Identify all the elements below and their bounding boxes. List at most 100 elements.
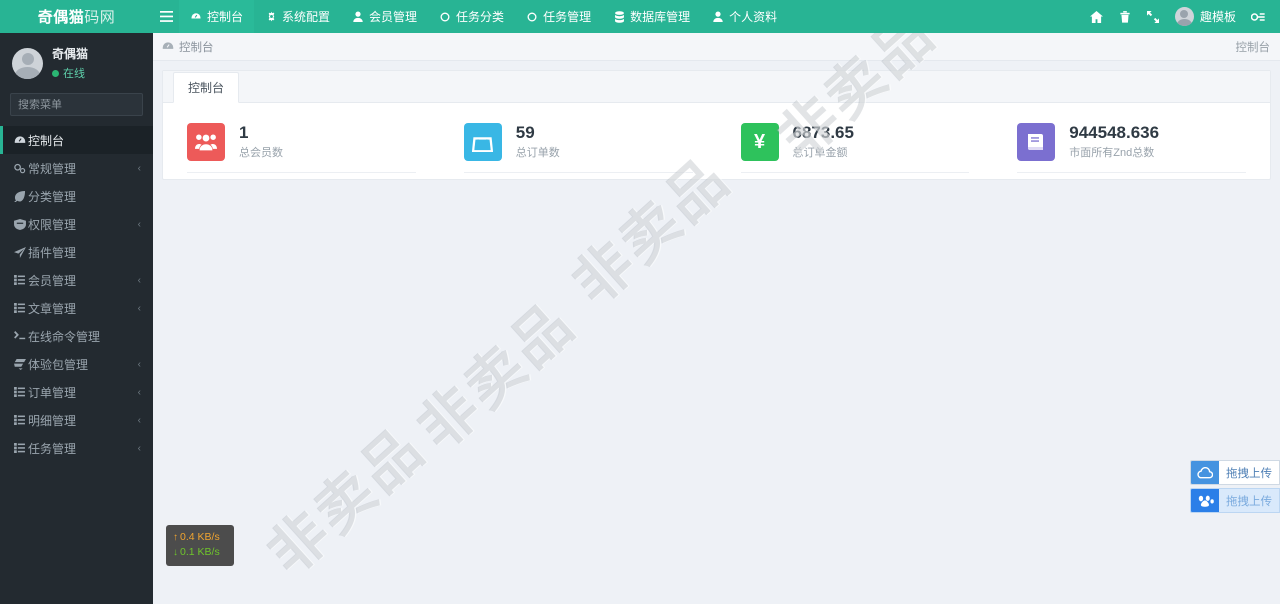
- sidebar-item-online-command-manage[interactable]: 在线命令管理: [0, 322, 153, 350]
- tab-label: 控制台: [188, 81, 225, 95]
- fullscreen-icon[interactable]: [1139, 0, 1167, 33]
- stat-card-value: 6873.65: [792, 122, 854, 142]
- shield-icon: [14, 218, 28, 230]
- sidebar-item-label: 体验包管理: [28, 357, 89, 372]
- breadcrumb-right-text: 控制台: [1235, 41, 1271, 54]
- yen-icon: ¥: [740, 123, 779, 161]
- stat-card-inner: 1 总会员数: [163, 123, 283, 161]
- sidebar-profile[interactable]: 奇偶猫 在线: [0, 33, 153, 91]
- topnav-label: 任务管理: [543, 10, 592, 24]
- list-icon: [14, 303, 28, 313]
- cogs-icon: [14, 163, 28, 174]
- sidebar-item-label: 常规管理: [28, 161, 77, 176]
- brand-logo[interactable]: 奇偶猫 码网: [0, 0, 153, 33]
- card-divider: [463, 172, 693, 173]
- ticket-icon: [14, 358, 28, 370]
- gear-cog-icon[interactable]: [1244, 0, 1272, 33]
- topnav-item-member-manage[interactable]: 会员管理: [341, 0, 428, 33]
- chevron-left-icon: ‹: [137, 386, 141, 398]
- sidebar-user-status: 在线: [52, 65, 88, 81]
- arrow-down-icon: ↓: [173, 547, 178, 559]
- sidebar-item-general-manage[interactable]: 常规管理 ‹: [0, 154, 153, 182]
- dashboard-icon: [14, 135, 28, 146]
- leaf-icon: [14, 190, 28, 202]
- chevron-left-icon: ‹: [137, 162, 141, 174]
- home-icon[interactable]: [1083, 0, 1111, 33]
- sidebar-item-permission-manage[interactable]: 权限管理 ‹: [0, 210, 153, 238]
- sidebar-item-plugin-manage[interactable]: 插件管理: [0, 238, 153, 266]
- stat-card-text: 59 总订单数: [516, 123, 560, 161]
- topnav-label: 任务分类: [456, 10, 505, 24]
- top-header: 奇偶猫 码网 控制台 系统配置 会员管理 任务分类 任务管理 数据库管理 个人资…: [0, 0, 1280, 33]
- gear-icon: [265, 11, 277, 23]
- users-icon: [187, 123, 225, 161]
- upload-button-cloud[interactable]: 拖拽上传: [1190, 460, 1280, 485]
- sidebar-item-label: 权限管理: [28, 217, 77, 232]
- list-icon: [14, 275, 28, 285]
- card-divider: [1017, 172, 1246, 173]
- sidebar-item-order-manage[interactable]: 订单管理 ‹: [0, 378, 153, 406]
- avatar: [12, 47, 43, 79]
- sidebar-item-label: 订单管理: [28, 385, 77, 400]
- topnav-label: 会员管理: [369, 10, 418, 24]
- stat-card-text: 1 总会员数: [239, 122, 283, 161]
- card-divider: [187, 172, 416, 173]
- stat-card-inner: 944548.636 市面所有Znd总数: [993, 123, 1159, 161]
- topnav-item-dashboard[interactable]: 控制台: [179, 0, 255, 33]
- upload-label: 拖拽上传: [1226, 495, 1272, 508]
- network-speed-widget[interactable]: ↑ 0.4 KB/s ↓ 0.1 KB/s: [166, 524, 234, 566]
- chevron-left-icon: ‹: [137, 218, 141, 230]
- network-upload-row: ↑ 0.4 KB/s: [173, 530, 227, 546]
- online-dot-icon: [52, 69, 59, 77]
- tab-dashboard[interactable]: 控制台: [173, 72, 240, 103]
- sidebar-item-label: 会员管理: [28, 273, 77, 288]
- sidebar-item-detail-manage[interactable]: 明细管理 ‹: [0, 406, 153, 434]
- sidebar-item-member-manage[interactable]: 会员管理 ‹: [0, 266, 153, 294]
- cloud-upload-icon: [1191, 461, 1219, 484]
- top-navigation: 控制台 系统配置 会员管理 任务分类 任务管理 数据库管理 个人资料: [153, 0, 1083, 33]
- stat-card-total-znd: 944548.636 市面所有Znd总数: [993, 103, 1270, 179]
- sidebar-item-trial-package-manage[interactable]: 体验包管理 ‹: [0, 350, 153, 378]
- trash-icon[interactable]: [1111, 0, 1139, 33]
- sidebar-item-task-manage[interactable]: 任务管理 ‹: [0, 434, 153, 462]
- database-icon: [613, 10, 625, 23]
- stat-card-value: 1: [239, 122, 249, 142]
- search-input[interactable]: [18, 98, 153, 111]
- sidebar-item-label: 控制台: [28, 133, 65, 148]
- sidebar-item-label: 插件管理: [28, 245, 77, 260]
- sidebar-item-category-manage[interactable]: 分类管理: [0, 182, 153, 210]
- sidebar: 奇偶猫 在线 控制台: [0, 33, 153, 604]
- topnav-label: 控制台: [207, 10, 244, 24]
- dashboard-icon: [162, 41, 174, 52]
- sidebar-search[interactable]: [10, 93, 153, 116]
- sidebar-toggle-button[interactable]: [153, 0, 179, 33]
- stat-card-total-amount: ¥ 6873.65 总订单金额: [717, 103, 994, 179]
- upload-widgets: 拖拽上传 拖拽上传: [1190, 460, 1280, 516]
- user-menu-label: 趣模板: [1199, 10, 1236, 24]
- user-menu[interactable]: 趣模板: [1167, 0, 1244, 33]
- topnav-item-task-category[interactable]: 任务分类: [428, 0, 515, 33]
- book-icon: [1017, 123, 1056, 161]
- sidebar-item-label: 明细管理: [28, 413, 77, 428]
- baidu-cloud-icon: [1191, 489, 1219, 512]
- breadcrumb: 控制台 控制台: [153, 33, 1280, 61]
- chevron-left-icon: ‹: [137, 442, 141, 454]
- circle-icon: [526, 11, 538, 23]
- topnav-item-system-config[interactable]: 系统配置: [254, 0, 341, 33]
- sidebar-search-wrap: [0, 91, 153, 126]
- stat-card-text: 944548.636 市面所有Znd总数: [1069, 122, 1160, 161]
- card-divider: [740, 172, 970, 173]
- tab-bar: 控制台: [163, 71, 1270, 103]
- upload-button-baidu[interactable]: 拖拽上传: [1190, 488, 1280, 513]
- network-upload-value: 0.4 KB/s: [180, 530, 220, 543]
- stat-card-value: 944548.636: [1069, 122, 1160, 142]
- sidebar-item-article-manage[interactable]: 文章管理 ‹: [0, 294, 153, 322]
- topnav-item-task-manage[interactable]: 任务管理: [515, 0, 602, 33]
- stat-card-text: 6873.65 总订单金额: [792, 122, 854, 161]
- stat-card-total-orders: 59 总订单数: [440, 103, 717, 179]
- sidebar-item-dashboard[interactable]: 控制台: [0, 126, 153, 154]
- topnav-item-profile[interactable]: 个人资料: [701, 0, 788, 33]
- terminal-icon: [14, 331, 28, 341]
- topnav-item-database-manage[interactable]: 数据库管理: [602, 0, 701, 33]
- chevron-left-icon: ‹: [137, 414, 141, 426]
